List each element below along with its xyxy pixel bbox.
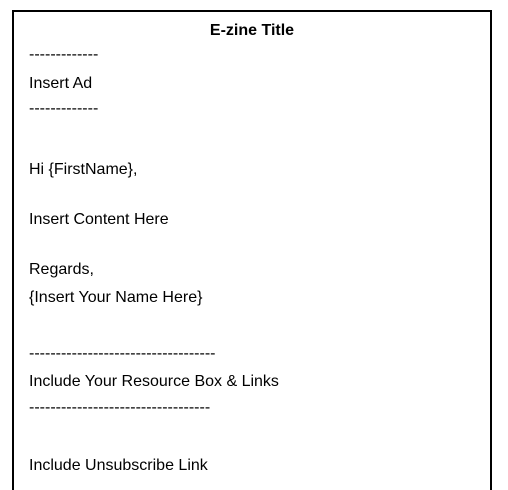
ezine-template-frame: E-zine Title ------------- Insert Ad ---… — [12, 10, 492, 490]
closing-line: Regards, — [29, 261, 94, 278]
resource-divider-top: ----------------------------------- — [29, 345, 216, 362]
unsubscribe-link-placeholder: Include Unsubscribe Link — [29, 457, 208, 474]
ad-divider-bottom: ------------- — [29, 100, 99, 117]
resource-divider-bottom: ---------------------------------- — [29, 399, 211, 416]
ad-placeholder: Insert Ad — [29, 75, 93, 92]
ezine-title: E-zine Title — [209, 22, 295, 39]
signature-line: {Insert Your Name Here} — [29, 289, 203, 306]
content-placeholder: Insert Content Here — [29, 211, 169, 228]
greeting-line: Hi {FirstName}, — [29, 161, 138, 178]
resource-box-placeholder: Include Your Resource Box & Links — [29, 373, 279, 390]
ad-divider-top: ------------- — [29, 46, 99, 63]
